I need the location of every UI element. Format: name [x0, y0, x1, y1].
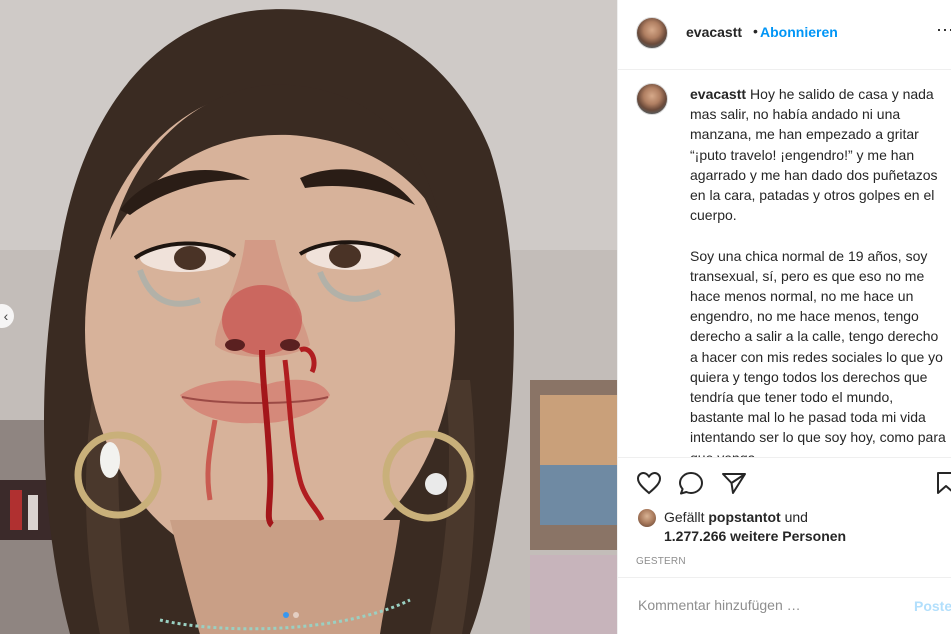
post-header: evacastt • Abonnieren ⋯	[618, 0, 951, 70]
caption-username[interactable]: evacastt	[690, 86, 746, 102]
avatar[interactable]	[638, 509, 656, 527]
liker-username[interactable]: popstantot	[708, 509, 780, 525]
separator-dot: •	[753, 23, 758, 39]
chevron-left-icon: ‹	[3, 308, 9, 324]
post-photo[interactable]: ‹	[0, 0, 617, 634]
paper-plane-icon[interactable]	[721, 471, 747, 495]
comment-input[interactable]	[636, 596, 900, 614]
likes-line: Gefällt popstantot und	[664, 508, 808, 527]
avatar[interactable]	[636, 83, 668, 115]
carousel-dot	[293, 612, 299, 618]
comments-area[interactable]: evacastt Hoy he salido de casa y nada mas…	[618, 71, 951, 457]
carousel-indicator	[283, 612, 299, 618]
likes-count-text[interactable]: 1.277.266 weitere Personen	[664, 528, 846, 544]
speech-bubble-icon[interactable]	[678, 471, 704, 495]
more-options-icon[interactable]: ⋯	[936, 20, 951, 41]
follow-button[interactable]: Abonnieren	[760, 24, 838, 40]
likes-prefix: Gefällt	[664, 509, 705, 525]
likes-count[interactable]: 1.277.266 weitere Personen	[664, 527, 846, 546]
author-username[interactable]: evacastt	[686, 24, 742, 40]
carousel-dot	[283, 612, 289, 618]
post-timestamp[interactable]: Gestern	[636, 556, 686, 567]
avatar[interactable]	[636, 17, 668, 49]
post-actions: Gefällt popstantot und 1.277.266 weitere…	[618, 457, 951, 578]
post-caption: evacastt Hoy he salido de casa y nada mas…	[690, 84, 946, 457]
likes-connector: und	[784, 509, 808, 525]
photo-illustration	[0, 0, 617, 634]
bookmark-icon[interactable]	[936, 471, 951, 495]
post-comment-button[interactable]: Posten	[914, 598, 951, 614]
heart-icon[interactable]	[636, 471, 662, 495]
add-comment-bar: Posten	[618, 577, 951, 634]
caption-text: Hoy he salido de casa y nada mas salir, …	[690, 86, 946, 457]
post-sidebar: evacastt • Abonnieren ⋯ evacastt Hoy he s…	[617, 0, 951, 634]
